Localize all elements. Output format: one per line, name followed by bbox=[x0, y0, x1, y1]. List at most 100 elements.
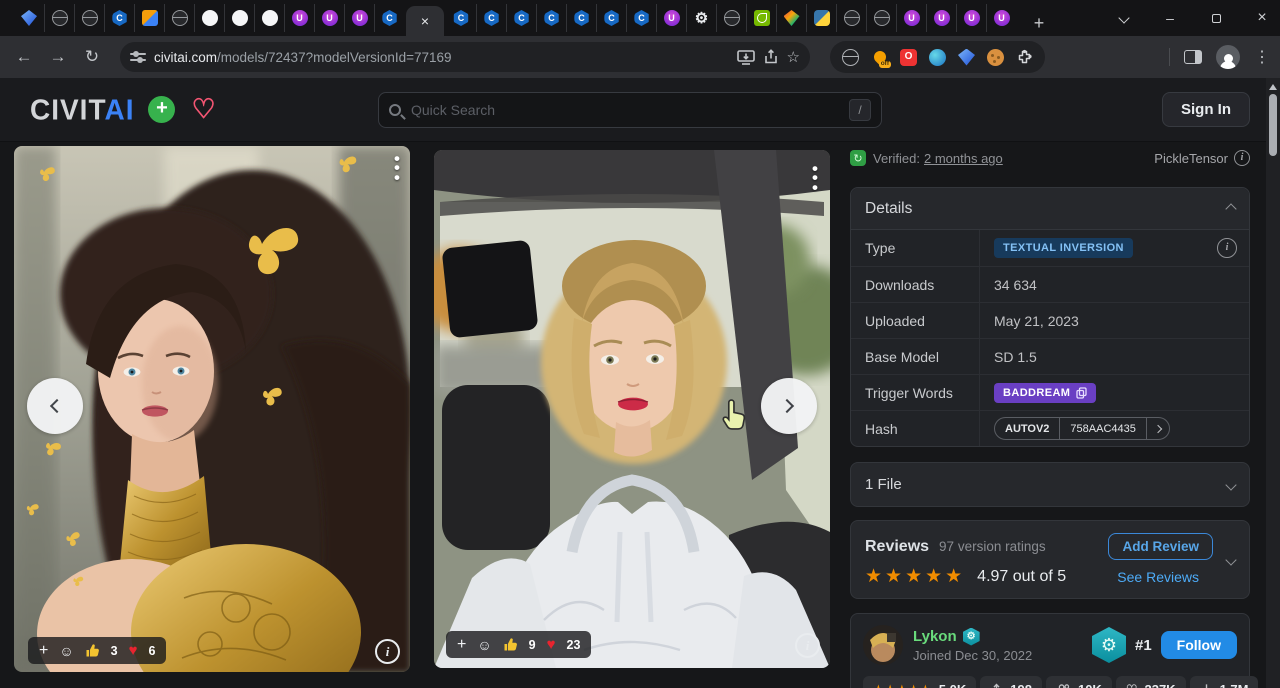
reaction-bar[interactable]: + ☺ 9 ♥ 23 bbox=[446, 631, 591, 658]
extensions-puzzle-icon[interactable] bbox=[1016, 49, 1033, 66]
civitai-logo[interactable]: CIVITAI bbox=[30, 93, 134, 126]
reload-button[interactable]: ↻ bbox=[78, 43, 106, 71]
browser-menu-icon[interactable]: ⋮ bbox=[1254, 47, 1270, 67]
thumbs-up-icon[interactable] bbox=[85, 643, 100, 658]
pinned-tab-civitai-icon[interactable]: C bbox=[506, 4, 536, 32]
profile-avatar[interactable] bbox=[1216, 45, 1240, 69]
pinned-tab-civitai-icon[interactable]: C bbox=[374, 4, 404, 32]
heart-icon[interactable]: ♥ bbox=[129, 642, 138, 659]
add-reaction-icon[interactable]: + bbox=[39, 642, 48, 660]
pinned-tab-github-icon[interactable] bbox=[254, 4, 284, 32]
pinned-tab-u-purple-icon[interactable]: U bbox=[314, 4, 344, 32]
active-tab-close-icon[interactable]: × bbox=[406, 6, 444, 36]
pinned-tab-gem-color-icon[interactable] bbox=[776, 4, 806, 32]
pinned-tab-u-purple-icon[interactable]: U bbox=[956, 4, 986, 32]
pinned-tab-nvidia-icon[interactable] bbox=[746, 4, 776, 32]
pinned-tab-civitai-icon[interactable]: C bbox=[536, 4, 566, 32]
pinned-tab-civitai-icon[interactable]: C bbox=[476, 4, 506, 32]
new-tab-button[interactable]: + bbox=[1026, 10, 1052, 36]
image-menu-icon[interactable]: ••• bbox=[812, 164, 818, 192]
pinned-tab-globe-icon[interactable] bbox=[716, 4, 746, 32]
pinned-tab-u-purple-icon[interactable]: U bbox=[896, 4, 926, 32]
type-info-icon[interactable] bbox=[1217, 238, 1237, 258]
flame-off-extension-icon[interactable] bbox=[871, 49, 888, 66]
pinned-tab-civitai-icon[interactable]: C bbox=[596, 4, 626, 32]
pinned-tab-u-purple-icon[interactable]: U bbox=[656, 4, 686, 32]
hash-value[interactable]: 758AAC4435 bbox=[1059, 418, 1145, 439]
page-scrollbar[interactable] bbox=[1266, 78, 1280, 688]
pinned-tab-python-icon[interactable] bbox=[806, 4, 836, 32]
pinned-tab-u-purple-icon[interactable]: U bbox=[284, 4, 314, 32]
address-bar[interactable]: civitai.com/models/72437?modelVersionId=… bbox=[120, 42, 810, 72]
creator-name[interactable]: Lykon bbox=[913, 628, 957, 645]
hash-expand-button[interactable] bbox=[1146, 418, 1169, 439]
pinned-tab-globe-icon[interactable] bbox=[836, 4, 866, 32]
see-reviews-link[interactable]: See Reviews bbox=[1117, 569, 1199, 585]
files-accordion[interactable]: 1 File bbox=[850, 462, 1250, 507]
back-button[interactable]: ← bbox=[10, 43, 38, 71]
add-reaction-icon[interactable]: + bbox=[457, 636, 466, 654]
details-accordion-header[interactable]: Details bbox=[851, 188, 1249, 229]
pinned-tab-gem-blue-icon[interactable] bbox=[14, 4, 44, 32]
quick-search[interactable]: / bbox=[378, 92, 882, 128]
pinned-tab-civitai-icon[interactable]: C bbox=[626, 4, 656, 32]
thumbs-up-icon[interactable] bbox=[503, 637, 518, 652]
cookie-extension-icon[interactable] bbox=[987, 49, 1004, 66]
image-info-icon[interactable] bbox=[375, 639, 400, 664]
scrollbar-thumb[interactable] bbox=[1269, 94, 1277, 156]
sign-in-button[interactable]: Sign In bbox=[1162, 92, 1250, 127]
pinned-tab-civitai-icon[interactable]: C bbox=[566, 4, 596, 32]
carousel-prev-button[interactable] bbox=[27, 378, 83, 434]
url-text[interactable]: civitai.com/models/72437?modelVersionId=… bbox=[154, 50, 729, 65]
search-input[interactable] bbox=[411, 102, 839, 118]
create-plus-button[interactable]: + bbox=[148, 96, 175, 123]
favorites-heart-icon[interactable]: ♡ bbox=[191, 96, 215, 123]
add-review-button[interactable]: Add Review bbox=[1108, 533, 1213, 560]
gem-extension-icon[interactable] bbox=[958, 49, 975, 66]
minimize-button[interactable]: – bbox=[1162, 10, 1178, 26]
emoji-icon[interactable]: ☺ bbox=[59, 643, 73, 659]
bookmark-star-icon[interactable]: ☆ bbox=[787, 48, 800, 66]
pinned-tab-gear-icon[interactable]: ⚙ bbox=[686, 4, 716, 32]
install-icon[interactable] bbox=[737, 50, 755, 65]
pinned-tab-civitai-icon[interactable]: C bbox=[446, 4, 476, 32]
share-icon[interactable] bbox=[763, 49, 779, 65]
globe-extension-icon[interactable] bbox=[842, 49, 859, 66]
pinned-tab-u-purple-icon[interactable]: U bbox=[986, 4, 1016, 32]
scroll-up-arrow[interactable] bbox=[1269, 84, 1277, 90]
restore-button[interactable] bbox=[1208, 10, 1224, 26]
hash-pill[interactable]: AUTOV2 758AAC4435 bbox=[994, 417, 1170, 440]
pinned-tab-u-purple-icon[interactable]: U bbox=[344, 4, 374, 32]
copy-icon[interactable] bbox=[1076, 387, 1087, 399]
pinned-tab-globe-icon[interactable] bbox=[44, 4, 74, 32]
teal-circle-extension-icon[interactable] bbox=[929, 49, 946, 66]
forward-button[interactable]: → bbox=[44, 43, 72, 71]
format-info-icon[interactable] bbox=[1234, 150, 1250, 166]
image-menu-icon[interactable]: ••• bbox=[394, 154, 400, 182]
close-button[interactable]: × bbox=[1254, 10, 1270, 26]
follow-button[interactable]: Follow bbox=[1161, 631, 1237, 659]
pinned-tab-github-icon[interactable] bbox=[194, 4, 224, 32]
type-badge[interactable]: TEXTUAL INVERSION bbox=[994, 238, 1133, 258]
pinned-tab-globe-icon[interactable] bbox=[74, 4, 104, 32]
extensions-bar: O bbox=[830, 41, 1045, 73]
pinned-tab-u-purple-icon[interactable]: U bbox=[926, 4, 956, 32]
creator-avatar[interactable] bbox=[863, 625, 903, 665]
tab-search-chevron-icon[interactable] bbox=[1116, 10, 1132, 26]
files-title: 1 File bbox=[865, 476, 902, 493]
trigger-word-badge[interactable]: BADDREAM bbox=[994, 383, 1096, 403]
heart-icon[interactable]: ♥ bbox=[547, 636, 556, 653]
pinned-tab-github-icon[interactable] bbox=[224, 4, 254, 32]
pinned-tab-globe-icon[interactable] bbox=[164, 4, 194, 32]
pinned-tab-globe-icon[interactable] bbox=[866, 4, 896, 32]
verified-time-link[interactable]: 2 months ago bbox=[924, 151, 1003, 166]
site-info-icon[interactable] bbox=[130, 51, 146, 63]
side-panel-icon[interactable] bbox=[1184, 50, 1202, 64]
pinned-tab-app-grid-icon[interactable] bbox=[134, 4, 164, 32]
image-info-icon[interactable] bbox=[795, 633, 820, 658]
pinned-tab-civitai-icon[interactable]: C bbox=[104, 4, 134, 32]
reaction-bar[interactable]: + ☺ 3 ♥ 6 bbox=[28, 637, 166, 664]
red-o-extension-icon[interactable]: O bbox=[900, 49, 917, 66]
emoji-icon[interactable]: ☺ bbox=[477, 637, 491, 653]
carousel-next-button[interactable] bbox=[761, 378, 817, 434]
